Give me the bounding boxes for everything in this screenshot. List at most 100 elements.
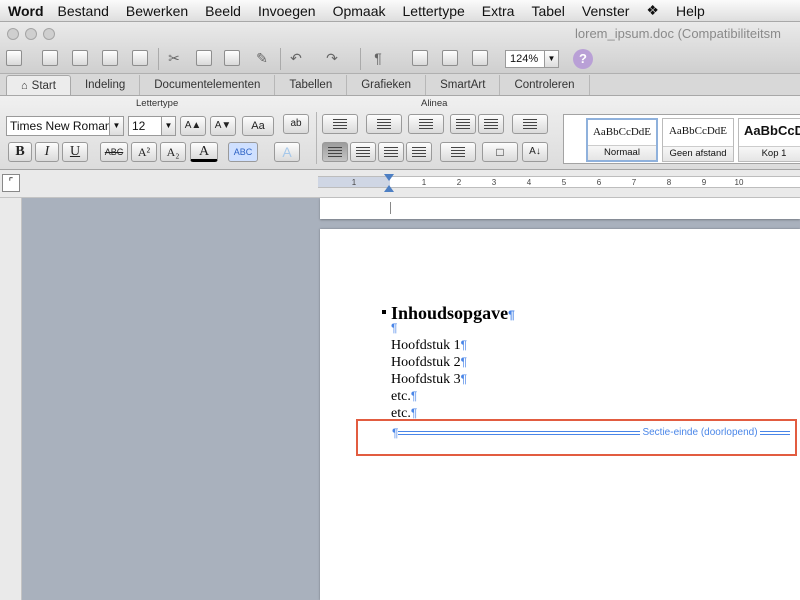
decrease-indent-icon[interactable] <box>450 114 476 134</box>
horizontal-ruler[interactable]: 1 1 2 3 4 5 6 7 8 9 10 <box>318 174 800 192</box>
toc-line: etc.¶ <box>391 389 418 404</box>
justify-icon[interactable] <box>406 142 432 162</box>
font-size-dropdown-icon[interactable]: ▼ <box>162 116 176 136</box>
tab-selector-icon[interactable]: ⌜ <box>2 174 20 192</box>
ruler-tick: 7 <box>631 178 637 187</box>
menu-tabel[interactable]: Tabel <box>531 3 564 19</box>
undo-icon[interactable]: ↶ <box>286 48 306 68</box>
format-painter-icon[interactable]: ✎ <box>252 48 272 68</box>
crop-mark <box>390 202 391 214</box>
tab-tabellen[interactable]: Tabellen <box>275 75 348 95</box>
ruler-bar: ⌜ 1 1 2 3 4 5 6 7 8 9 10 <box>0 170 800 198</box>
style-normaal[interactable]: AaBbCcDdE Normaal <box>586 118 658 162</box>
superscript-button[interactable]: A² <box>131 142 157 162</box>
style-name: Normaal <box>588 145 656 160</box>
increase-indent-icon[interactable] <box>478 114 504 134</box>
copy-icon[interactable] <box>194 48 214 68</box>
menu-bestand[interactable]: Bestand <box>58 3 109 19</box>
numbering-icon[interactable] <box>366 114 402 134</box>
ruler-tick: 1 <box>421 178 427 187</box>
save-icon[interactable] <box>100 48 120 68</box>
minimize-window-button[interactable] <box>25 28 37 40</box>
menu-invoegen[interactable]: Invoegen <box>258 3 316 19</box>
menu-bewerken[interactable]: Bewerken <box>126 3 188 19</box>
help-icon[interactable]: ? <box>573 49 593 69</box>
text-effects-icon[interactable]: A <box>274 142 300 162</box>
open-folder-icon[interactable] <box>70 48 90 68</box>
clear-formatting-icon[interactable]: ab <box>283 114 309 134</box>
zoom-field[interactable]: 124% <box>505 50 545 68</box>
media-browser-icon[interactable] <box>440 48 460 68</box>
vertical-ruler-strip <box>0 198 22 600</box>
ruler-tick: 6 <box>596 178 602 187</box>
zoom-dropdown-icon[interactable]: ▼ <box>545 50 559 68</box>
menu-opmaak[interactable]: Opmaak <box>333 3 386 19</box>
document-body[interactable]: Inhoudsopgave¶ ¶ Hoofdstuk 1¶ Hoofdstuk … <box>391 303 515 422</box>
font-size-field[interactable]: 12 <box>128 116 162 136</box>
print-icon[interactable] <box>130 48 150 68</box>
style-kop-1[interactable]: AaBbCcD Kop 1 <box>738 118 800 162</box>
toolbox-icon[interactable] <box>470 48 490 68</box>
tab-documentelementen[interactable]: Documentelementen <box>140 75 276 95</box>
shrink-font-button[interactable]: A▼ <box>210 116 236 136</box>
font-name-dropdown-icon[interactable]: ▼ <box>110 116 124 136</box>
tab-controleren[interactable]: Controleren <box>500 75 590 95</box>
cut-icon[interactable]: ✂ <box>164 48 184 68</box>
toolbar-separator <box>158 48 159 70</box>
align-right-icon[interactable] <box>378 142 404 162</box>
italic-button[interactable]: I <box>35 142 59 162</box>
grow-font-button[interactable]: A▲ <box>180 116 206 136</box>
bullets-icon[interactable] <box>322 114 358 134</box>
first-line-indent-marker[interactable] <box>384 174 394 181</box>
sidebar-icon[interactable] <box>410 48 430 68</box>
hanging-indent-marker[interactable] <box>384 185 394 192</box>
standard-toolbar: lorem_ipsum.doc (Compatibiliteitsm ✂ ✎ ↶… <box>0 22 800 74</box>
bold-button[interactable]: B <box>8 142 32 162</box>
toc-line: Hoofdstuk 3¶ <box>391 372 468 387</box>
show-pilcrow-icon[interactable]: ¶ <box>368 48 388 68</box>
menu-beeld[interactable]: Beeld <box>205 3 241 19</box>
sort-icon[interactable]: A↓ <box>522 142 548 162</box>
columns-icon[interactable] <box>512 114 548 134</box>
highlight-button[interactable]: ABC <box>228 142 258 162</box>
toc-line: Hoofdstuk 2¶ <box>391 355 468 370</box>
tab-indeling[interactable]: Indeling <box>71 75 141 95</box>
font-group-label: Lettertype <box>136 98 179 109</box>
menu-extra[interactable]: Extra <box>482 3 515 19</box>
quick-styles-gallery: AaBbCcDdE Normaal AaBbCcDdE Geen afstand… <box>563 114 800 164</box>
line-spacing-icon[interactable] <box>440 142 476 162</box>
menu-lettertype[interactable]: Lettertype <box>403 3 465 19</box>
paste-icon[interactable] <box>222 48 242 68</box>
style-sample: AaBbCcDdE <box>592 126 652 138</box>
ruler-tick: 10 <box>734 178 744 187</box>
script-menu-icon[interactable]: ❖ <box>646 2 659 19</box>
subscript-button[interactable]: A₂ <box>160 142 186 162</box>
menu-app-name[interactable]: Word <box>8 3 44 19</box>
change-case-button[interactable]: Aa <box>242 116 274 136</box>
close-window-button[interactable] <box>7 28 19 40</box>
align-center-icon[interactable] <box>350 142 376 162</box>
strikethrough-button[interactable]: ABC <box>100 142 128 162</box>
style-name: Kop 1 <box>739 146 800 161</box>
tab-grafieken[interactable]: Grafieken <box>347 75 427 95</box>
keep-with-next-marker <box>382 310 386 314</box>
pilcrow-mark: ¶ <box>410 406 418 420</box>
zoom-window-button[interactable] <box>43 28 55 40</box>
tab-start[interactable]: ⌂ Start <box>6 75 71 95</box>
pilcrow-mark: ¶ <box>460 372 468 386</box>
font-name-field[interactable]: Times New Roman <box>6 116 110 136</box>
borders-icon[interactable]: □ <box>482 142 518 162</box>
gallery-icon[interactable] <box>40 48 60 68</box>
toc-line: Hoofdstuk 1¶ <box>391 338 468 353</box>
new-document-icon[interactable] <box>4 48 24 68</box>
font-color-button[interactable]: A <box>190 142 218 162</box>
tab-smartart[interactable]: SmartArt <box>426 75 501 95</box>
redo-icon[interactable]: ↷ <box>322 48 342 68</box>
menu-venster[interactable]: Venster <box>582 3 629 19</box>
multilevel-list-icon[interactable] <box>408 114 444 134</box>
pilcrow-mark: ¶ <box>508 308 515 322</box>
style-geen-afstand[interactable]: AaBbCcDdE Geen afstand <box>662 118 734 162</box>
underline-button[interactable]: U <box>62 142 88 162</box>
menu-help[interactable]: Help <box>676 3 705 19</box>
align-left-icon[interactable] <box>322 142 348 162</box>
